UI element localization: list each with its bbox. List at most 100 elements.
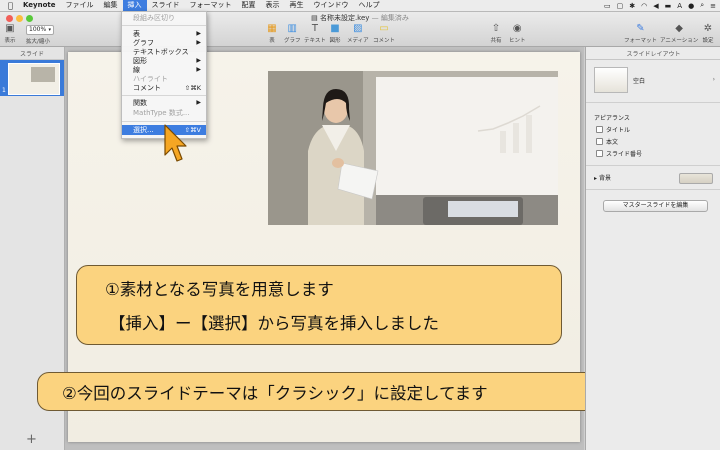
menu-slide[interactable]: スライド <box>147 0 185 11</box>
chevron-right-icon[interactable]: › <box>713 76 715 83</box>
screen-icon[interactable]: ▭ <box>604 2 611 10</box>
slide-number: 1 <box>2 87 6 94</box>
text-icon: T <box>311 23 318 34</box>
inserted-photo[interactable] <box>268 71 558 225</box>
status-icons: ▭ ▢ ✱ ◠ ◀ ▬ A ● ⌕ ≡ <box>604 0 716 11</box>
view-icon: ▣ <box>5 23 15 34</box>
user-icon[interactable]: ● <box>688 2 694 10</box>
media-button[interactable]: ▨ メディア <box>347 23 369 44</box>
submenu-arrow-icon: ▶ <box>196 99 201 106</box>
menu-separator <box>122 95 206 96</box>
spotlight-icon[interactable]: ⌕ <box>700 1 704 10</box>
table-button[interactable]: ▦ 表 <box>266 23 278 44</box>
menu-format[interactable]: フォーマット <box>185 0 237 11</box>
slide-thumbnail[interactable] <box>8 63 60 95</box>
tips-button[interactable]: ◉ ヒント <box>509 23 526 44</box>
menu-item-label: MathType 数式... <box>133 109 190 117</box>
table-label: 表 <box>269 38 275 44</box>
callout-step1-line1: ①素材となる写真を用意します <box>105 280 334 299</box>
chevron-down-icon: ▾ <box>48 27 51 33</box>
notification-icon[interactable]: ≡ <box>710 2 716 10</box>
lightbulb-icon: ◉ <box>512 23 522 34</box>
background-color-swatch[interactable] <box>679 173 713 184</box>
background-disclosure[interactable]: ▸ 背景 <box>594 173 611 182</box>
format-button[interactable]: ✎ フォーマット <box>624 23 657 44</box>
animation-icon: ◆ <box>675 23 683 34</box>
cursor-arrow-icon <box>164 124 187 162</box>
zoom-select[interactable]: 100% ▾ <box>26 25 54 35</box>
menu-item-shortcut: ⇧⌘K <box>184 84 201 92</box>
menu-file[interactable]: ファイル <box>61 0 99 11</box>
animation-label: アニメーション <box>660 38 699 44</box>
divider <box>586 189 720 190</box>
menu-item-label: 関数 <box>133 99 147 107</box>
view-button[interactable]: ▣ 表示 <box>4 23 16 44</box>
checkbox-body-label: 本文 <box>606 139 619 146</box>
menu-arrange[interactable]: 配置 <box>237 0 261 11</box>
input-source-icon[interactable]: A <box>677 2 682 10</box>
shape-icon: ■ <box>330 23 340 34</box>
divider <box>586 102 720 103</box>
shape-button[interactable]: ■ 図形 <box>329 23 341 44</box>
media-icon: ▨ <box>353 23 363 34</box>
add-slide-button[interactable]: + <box>26 432 37 447</box>
layout-name[interactable]: 空白 <box>633 76 645 85</box>
battery-icon[interactable]: ▬ <box>665 2 672 10</box>
menu-bar:  Keynote ファイル 編集 挿入 スライド フォーマット 配置 表示 再… <box>0 0 720 12</box>
checkbox[interactable] <box>596 138 603 145</box>
checkbox-slide-number[interactable]: スライド番号 <box>596 149 642 158</box>
view-label: 表示 <box>4 38 16 44</box>
menu-play[interactable]: 再生 <box>285 0 309 11</box>
bluetooth-icon[interactable]: ✱ <box>629 2 635 10</box>
menu-help[interactable]: ヘルプ <box>354 0 385 11</box>
menu-window[interactable]: ウインドウ <box>309 0 354 11</box>
volume-icon[interactable]: ◀ <box>653 2 658 10</box>
menu-item-column-break[interactable]: 段組み区切り <box>122 13 206 23</box>
setup-button[interactable]: ✲ 設定 <box>702 23 714 44</box>
chart-button[interactable]: ▥ グラフ <box>284 23 301 44</box>
background-label: 背景 <box>598 175 611 182</box>
callout-step1: ①素材となる写真を用意します 【挿入】ー【選択】から写真を挿入しました <box>76 265 562 345</box>
slide-thumbnail-selected[interactable]: 1 <box>0 60 64 96</box>
display-icon[interactable]: ▢ <box>617 2 624 10</box>
thumbnail-photo <box>31 67 55 82</box>
checkbox-slide-number-label: スライド番号 <box>606 151 643 158</box>
menu-item-function[interactable]: 関数 ▶ <box>122 98 206 108</box>
chart-icon: ▥ <box>287 23 297 34</box>
menu-item-label: コメント <box>133 84 161 92</box>
menu-item-mathtype[interactable]: MathType 数式... <box>122 108 206 118</box>
apple-icon[interactable]:  <box>8 1 18 10</box>
tips-label: ヒント <box>509 38 526 44</box>
menu-view[interactable]: 表示 <box>261 0 285 11</box>
wifi-icon[interactable]: ◠ <box>641 2 647 10</box>
layout-thumbnail[interactable] <box>594 67 628 93</box>
photo-image <box>268 71 558 225</box>
document-icon: ▤ <box>311 14 318 22</box>
comment-label: コメント <box>373 38 396 44</box>
share-button[interactable]: ⇧ 共有 <box>490 23 502 44</box>
comment-button[interactable]: ▭ コメント <box>373 23 395 44</box>
checkbox-title[interactable]: タイトル <box>596 125 630 134</box>
checkbox-title-label: タイトル <box>606 127 631 134</box>
paintbrush-icon: ✎ <box>636 23 645 34</box>
insert-menu: 段組み区切り 表 ▶ グラフ ▶ テキストボックス 図形 ▶ 線 ▶ ハイライト… <box>121 11 207 139</box>
callout-step2-text: ②今回のスライドテーマは「クラシック」に設定してます <box>62 384 488 403</box>
checkbox[interactable] <box>596 126 603 133</box>
animation-button[interactable]: ◆ アニメーション <box>660 23 698 44</box>
menu-app-name[interactable]: Keynote <box>18 0 61 11</box>
edit-master-slide-button[interactable]: マスタースライドを編集 <box>603 200 708 212</box>
zoom-label: 拡大/縮小 <box>26 39 50 45</box>
menu-item-comment[interactable]: コメント ⇧⌘K <box>122 83 206 93</box>
disclosure-triangle-icon[interactable]: ▸ <box>594 175 597 182</box>
menu-insert[interactable]: 挿入 <box>122 0 147 11</box>
appearance-label: アピアランス <box>594 115 630 122</box>
inspector-panel: スライドレイアウト 空白 › アピアランス タイトル 本文 スライド番号 ▸ 背… <box>585 47 720 450</box>
format-label: フォーマット <box>624 38 658 44</box>
text-button[interactable]: T テキスト <box>304 23 326 44</box>
toolbar: ▤ 名称未設定.key — 編集済み ▣ 表示 100% ▾ 拡大/縮小 ▦ 表… <box>0 12 720 47</box>
menu-edit[interactable]: 編集 <box>99 0 123 11</box>
navigator-header: スライド <box>0 47 64 60</box>
checkbox-body[interactable]: 本文 <box>596 137 618 146</box>
checkbox[interactable] <box>596 150 603 157</box>
document-name: 名称未設定.key <box>319 14 370 22</box>
